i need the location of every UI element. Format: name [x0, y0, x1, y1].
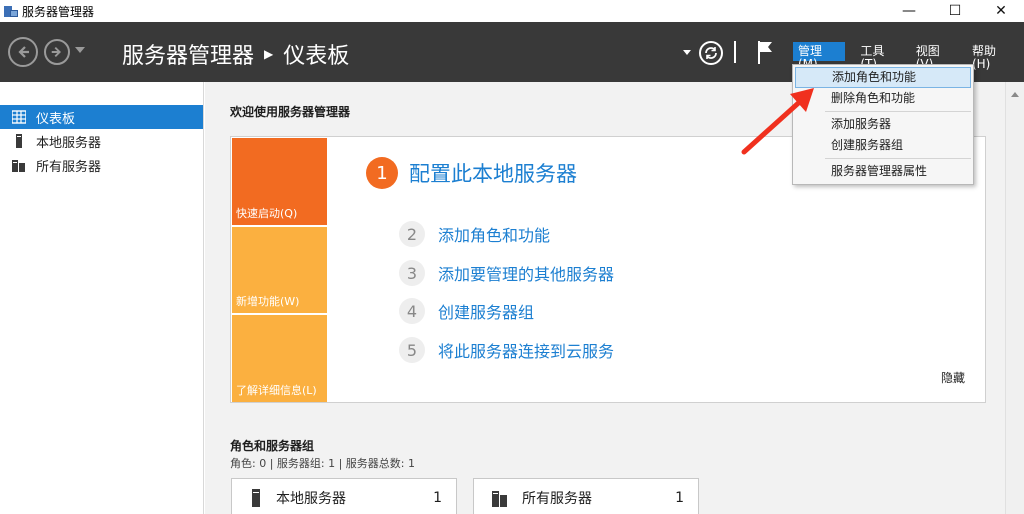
roles-summary: 角色: 0 | 服务器组: 1 | 服务器总数: 1 — [230, 457, 416, 470]
step-label[interactable]: 添加角色和功能 — [438, 222, 550, 246]
tile-quick-start[interactable]: 快速启动(Q) — [232, 138, 327, 225]
sidebar-item-label: 所有服务器 — [36, 159, 102, 175]
card-count: 1 — [433, 490, 442, 506]
window-title: 服务器管理器 — [22, 4, 95, 19]
refresh-icon[interactable] — [699, 41, 723, 65]
vertical-scrollbar[interactable] — [1005, 82, 1024, 514]
server-icon — [252, 489, 260, 507]
sidebar-item-label: 仪表板 — [36, 111, 76, 127]
sidebar-item-local-server[interactable]: 本地服务器 — [0, 129, 203, 153]
minimize-button[interactable]: — — [886, 0, 932, 22]
menu-help[interactable]: 帮助(H) — [967, 42, 1018, 71]
header-dropdown-icon[interactable] — [683, 50, 691, 55]
servers-icon — [12, 160, 25, 172]
arrow-right-icon — [51, 46, 61, 58]
card-all-servers[interactable]: 所有服务器 1 — [473, 478, 699, 514]
close-button[interactable]: ✕ — [978, 0, 1024, 22]
arrow-left-icon — [18, 46, 29, 58]
tile-whats-new[interactable]: 新增功能(W) — [232, 227, 327, 313]
servers-icon — [492, 491, 507, 507]
card-local-server[interactable]: 本地服务器 1 — [231, 478, 457, 514]
breadcrumb-current: 仪表板 — [283, 44, 350, 69]
forward-button[interactable] — [44, 39, 70, 65]
sidebar-item-label: 本地服务器 — [36, 135, 102, 151]
menu-bar: 管理(M) 工具(T) 视图(V) 帮助(H) — [793, 42, 1024, 71]
welcome-heading: 欢迎使用服务器管理器 — [230, 105, 351, 119]
server-icon — [16, 134, 22, 148]
menu-tools[interactable]: 工具(T) — [855, 42, 904, 71]
step-configure-local-server[interactable]: 1 配置此本地服务器 — [366, 157, 577, 189]
step-number: 1 — [366, 157, 398, 189]
breadcrumb-separator-icon: ▶ — [264, 47, 274, 61]
step-number: 2 — [399, 221, 425, 247]
step-number: 3 — [399, 260, 425, 286]
card-label: 所有服务器 — [522, 491, 592, 507]
card-label: 本地服务器 — [276, 491, 346, 507]
hide-link[interactable]: 隐藏 — [941, 369, 965, 386]
step-add-servers[interactable]: 3 添加要管理的其他服务器 — [399, 260, 614, 286]
step-label[interactable]: 添加要管理的其他服务器 — [438, 261, 614, 285]
roles-heading: 角色和服务器组 — [230, 439, 315, 453]
server-manager-app-icon — [4, 4, 18, 18]
tile-learn-more[interactable]: 了解详细信息(L) — [232, 315, 327, 402]
sidebar-item-all-servers[interactable]: 所有服务器 — [0, 153, 203, 177]
back-button[interactable] — [8, 37, 38, 67]
sidebar: 仪表板 本地服务器 所有服务器 — [0, 82, 204, 514]
step-add-roles[interactable]: 2 添加角色和功能 — [399, 221, 550, 247]
menu-separator — [825, 158, 971, 159]
dashboard-icon — [12, 110, 26, 124]
maximize-button[interactable]: ☐ — [932, 0, 978, 22]
step-label[interactable]: 创建服务器组 — [438, 299, 534, 323]
menu-item-remove-roles-features[interactable]: 删除角色和功能 — [795, 88, 971, 109]
menu-item-create-server-group[interactable]: 创建服务器组 — [795, 135, 971, 156]
title-bar: 服务器管理器 — ☐ ✕ — [0, 0, 1024, 22]
step-connect-cloud[interactable]: 5 将此服务器连接到云服务 — [399, 337, 614, 363]
step-number: 4 — [399, 298, 425, 324]
scroll-up-icon[interactable] — [1011, 92, 1019, 97]
menu-separator — [825, 111, 971, 112]
history-dropdown-icon[interactable] — [75, 47, 85, 53]
step-create-server-group[interactable]: 4 创建服务器组 — [399, 298, 534, 324]
step-number: 5 — [399, 337, 425, 363]
menu-manage[interactable]: 管理(M) — [793, 42, 846, 71]
notifications-flag-icon[interactable] — [756, 39, 774, 65]
menu-item-server-manager-properties[interactable]: 服务器管理器属性 — [795, 161, 971, 182]
header-separator — [734, 41, 736, 63]
window-controls: — ☐ ✕ — [886, 0, 1024, 22]
step-label[interactable]: 将此服务器连接到云服务 — [438, 338, 614, 362]
red-annotation-arrow-icon — [741, 88, 814, 155]
menu-view[interactable]: 视图(V) — [911, 42, 961, 71]
step-label[interactable]: 配置此本地服务器 — [409, 158, 577, 188]
card-count: 1 — [675, 490, 684, 506]
breadcrumb: 服务器管理器 ▶ 仪表板 — [122, 38, 349, 70]
menu-item-add-roles-features[interactable]: 添加角色和功能 — [795, 67, 971, 88]
sidebar-item-dashboard[interactable]: 仪表板 — [0, 105, 203, 129]
menu-item-add-servers[interactable]: 添加服务器 — [795, 114, 971, 135]
breadcrumb-root[interactable]: 服务器管理器 — [122, 38, 254, 70]
